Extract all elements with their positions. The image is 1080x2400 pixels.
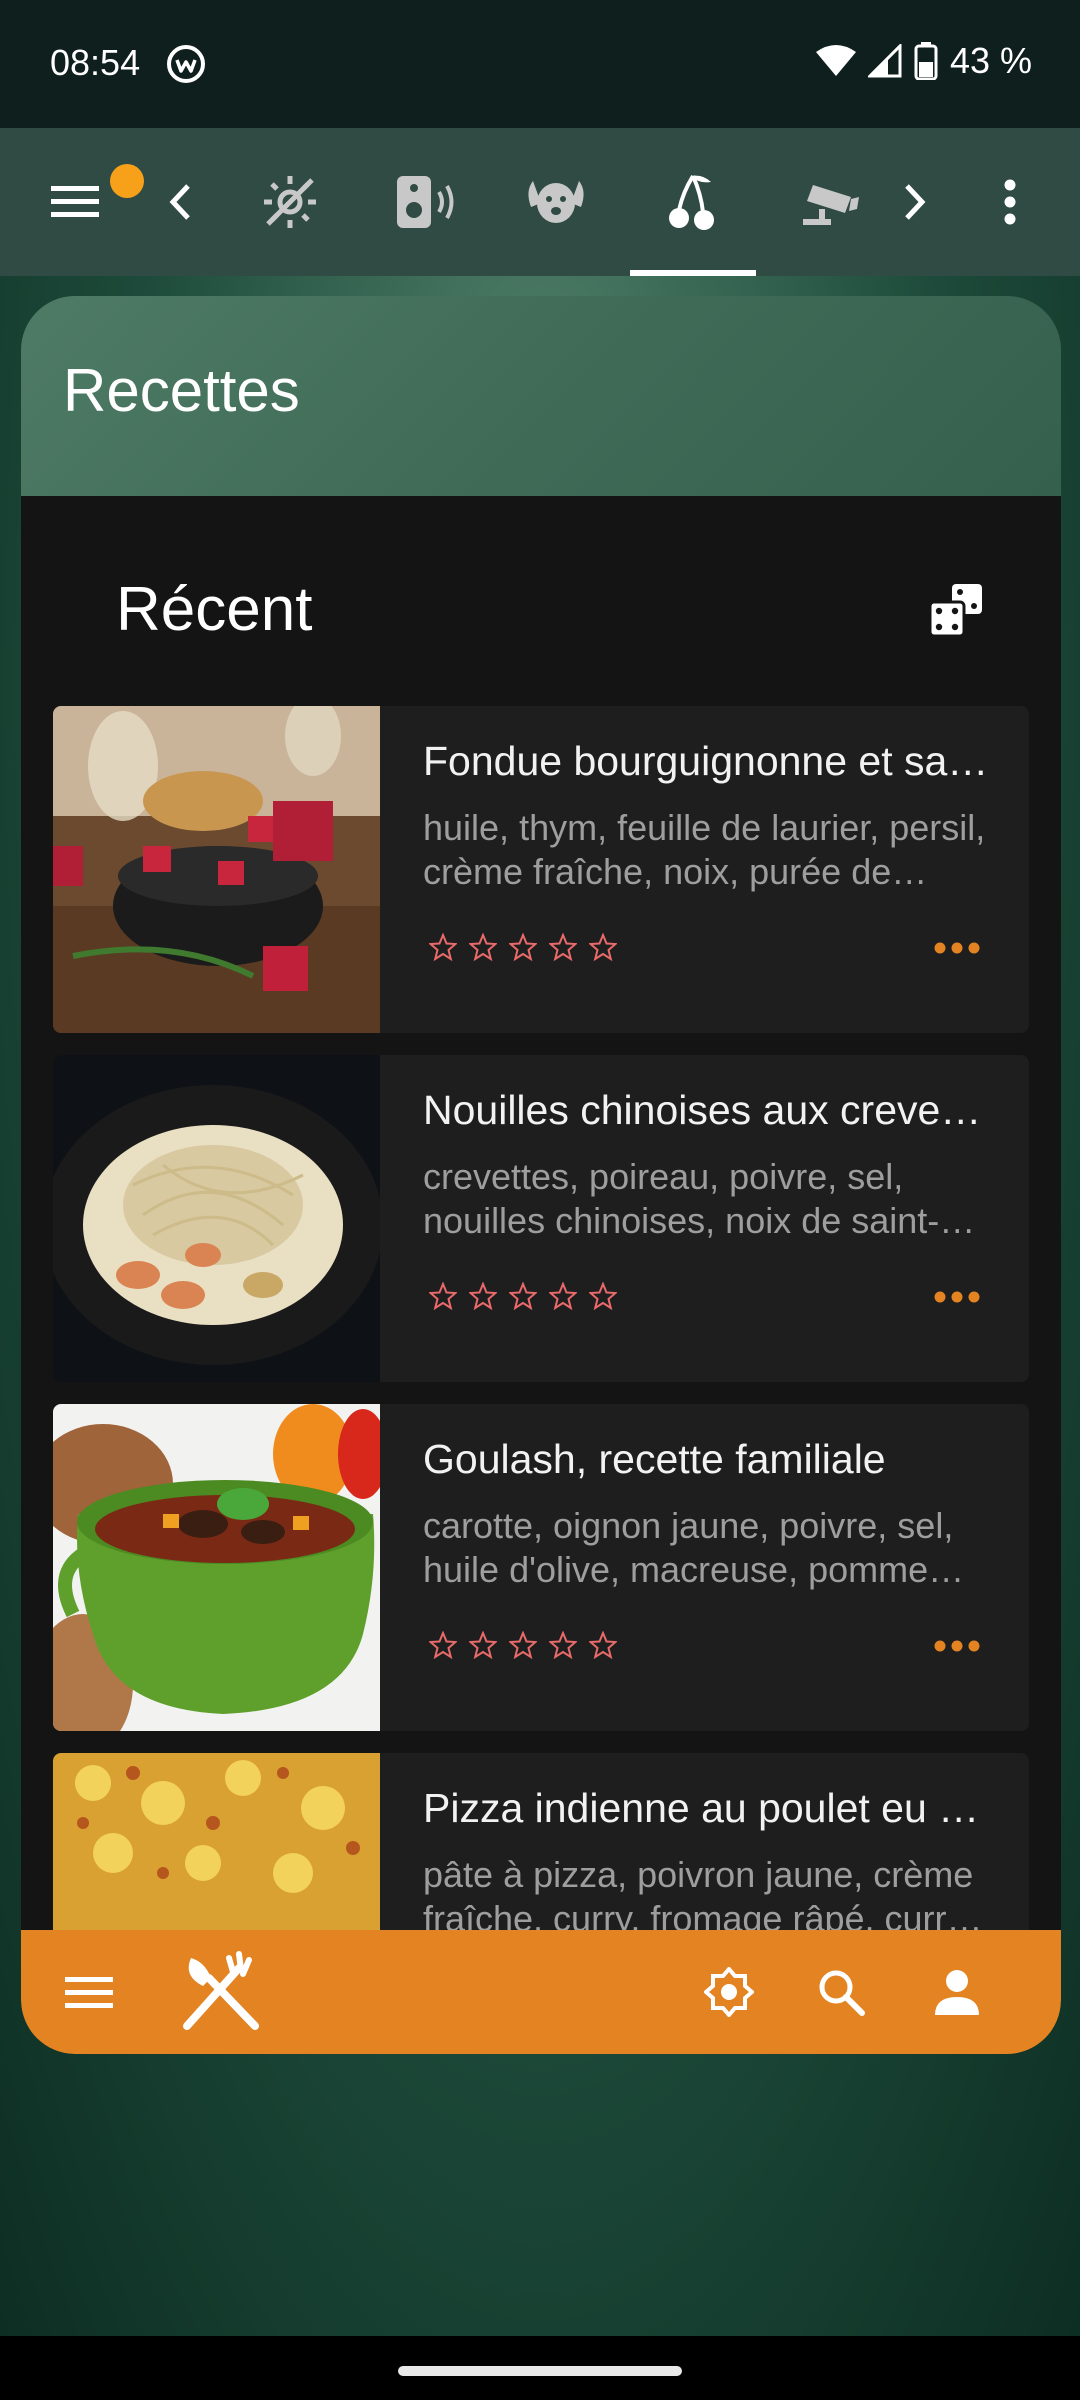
star-icon[interactable] bbox=[589, 1282, 617, 1310]
recipes-widget: Recettes Récent Fondue bourguignonne et … bbox=[21, 296, 1061, 2054]
tab-speaker[interactable] bbox=[386, 128, 466, 276]
star-icon[interactable] bbox=[549, 1631, 577, 1659]
recipe-card[interactable]: Goulash, recette familiale carotte, oign… bbox=[53, 1404, 1029, 1731]
star-icon[interactable] bbox=[429, 933, 457, 961]
star-icon[interactable] bbox=[509, 933, 537, 961]
tab-recipes[interactable] bbox=[652, 128, 732, 276]
recipe-image-fondue bbox=[53, 706, 380, 1033]
recipe-image-goulash bbox=[53, 1404, 380, 1731]
recipe-image-noodles bbox=[53, 1055, 380, 1382]
more-horiz-icon[interactable] bbox=[933, 1290, 981, 1304]
recipe-ingredients: crevettes, poireau, poivre, sel, nouille… bbox=[423, 1156, 976, 1241]
recipe-title: Nouilles chinoises aux creve… bbox=[423, 1087, 982, 1133]
menu-button[interactable] bbox=[30, 128, 144, 276]
home-gesture-handle[interactable] bbox=[398, 2366, 682, 2376]
recipes-logo[interactable] bbox=[171, 1930, 271, 2054]
search-button[interactable] bbox=[803, 1930, 879, 2054]
star-icon[interactable] bbox=[469, 1631, 497, 1659]
battery-percentage: 43 % bbox=[949, 40, 1032, 81]
star-icon[interactable] bbox=[589, 1631, 617, 1659]
selected-tab-indicator bbox=[630, 270, 756, 276]
more-vert-icon bbox=[1004, 179, 1016, 225]
recipe-image-pizza bbox=[53, 1753, 380, 1930]
menu-icon bbox=[65, 1977, 113, 2008]
pet-icon bbox=[528, 181, 584, 223]
battery-icon bbox=[914, 42, 938, 80]
rating-stars[interactable] bbox=[429, 933, 617, 961]
cherry-icon bbox=[669, 174, 714, 230]
status-icons: 43 % bbox=[815, 40, 1032, 82]
utensils-icon bbox=[183, 1951, 259, 2030]
wifi-icon bbox=[815, 45, 856, 76]
recipe-title: Goulash, recette familiale bbox=[423, 1436, 886, 1482]
recipe-ingredients: carotte, oignon jaune, poivre, sel, huil… bbox=[423, 1505, 954, 1590]
recipe-title: Fondue bourguignonne et sa… bbox=[423, 738, 989, 784]
recipe-ingredients: huile, thym, feuille de laurier, persil,… bbox=[423, 807, 986, 892]
rating-stars[interactable] bbox=[429, 1631, 617, 1659]
signal-icon bbox=[867, 44, 902, 78]
more-horiz-icon[interactable] bbox=[933, 1639, 981, 1653]
scroll-right-button[interactable] bbox=[885, 128, 945, 276]
tab-camera[interactable] bbox=[790, 128, 870, 276]
camera-icon bbox=[803, 185, 859, 225]
star-icon[interactable] bbox=[429, 1282, 457, 1310]
tab-pet[interactable] bbox=[516, 128, 596, 276]
scroll-left-button[interactable] bbox=[150, 128, 210, 276]
overflow-menu-button[interactable] bbox=[980, 128, 1040, 276]
star-icon[interactable] bbox=[509, 1282, 537, 1310]
more-horiz-icon[interactable] bbox=[933, 941, 981, 955]
bottom-app-bar bbox=[21, 1930, 1061, 2054]
rating-stars[interactable] bbox=[429, 1282, 617, 1310]
star-icon[interactable] bbox=[589, 933, 617, 961]
notification-dot bbox=[110, 164, 144, 198]
widget-title: Recettes bbox=[63, 357, 300, 424]
status-time: 08:54 bbox=[50, 42, 141, 83]
dice-icon[interactable] bbox=[930, 584, 984, 638]
widget-header: Recettes bbox=[21, 296, 1061, 496]
menu-icon bbox=[51, 186, 99, 217]
drawer-menu-button[interactable] bbox=[51, 1930, 127, 2054]
star-icon[interactable] bbox=[549, 933, 577, 961]
status-bar: 08:54 43 % bbox=[0, 0, 1080, 128]
star-icon[interactable] bbox=[469, 1282, 497, 1310]
search-icon bbox=[819, 1970, 865, 2016]
speaker-icon bbox=[397, 176, 454, 228]
account-button[interactable] bbox=[919, 1930, 995, 2054]
account-icon bbox=[935, 1970, 979, 2015]
top-toolbar bbox=[0, 128, 1080, 276]
widget-body[interactable]: Récent Fondue bourguignonne et sa… huile… bbox=[21, 496, 1061, 1930]
brightness-button[interactable] bbox=[691, 1930, 767, 2054]
brightness-icon bbox=[704, 1967, 754, 2017]
recipe-card[interactable]: Fondue bourguignonne et sa… huile, thym,… bbox=[53, 706, 1029, 1033]
tab-weather[interactable] bbox=[250, 128, 330, 276]
section-title: Récent bbox=[116, 575, 313, 644]
recipe-ingredients: pâte à pizza, poivron jaune, crème fraîc… bbox=[423, 1854, 983, 1930]
chevron-left-icon bbox=[169, 184, 190, 220]
star-icon[interactable] bbox=[509, 1631, 537, 1659]
recipe-card[interactable]: Nouilles chinoises aux creve… crevettes,… bbox=[53, 1055, 1029, 1382]
star-icon[interactable] bbox=[549, 1282, 577, 1310]
star-icon[interactable] bbox=[469, 933, 497, 961]
recipe-title: Pizza indienne au poulet eu … bbox=[423, 1785, 980, 1831]
star-icon[interactable] bbox=[429, 1631, 457, 1659]
app-notification-icon bbox=[167, 45, 205, 83]
chevron-right-icon bbox=[905, 184, 926, 220]
weather-icon bbox=[264, 176, 316, 228]
recipe-card[interactable]: Pizza indienne au poulet eu … pâte à piz… bbox=[53, 1753, 1029, 1930]
